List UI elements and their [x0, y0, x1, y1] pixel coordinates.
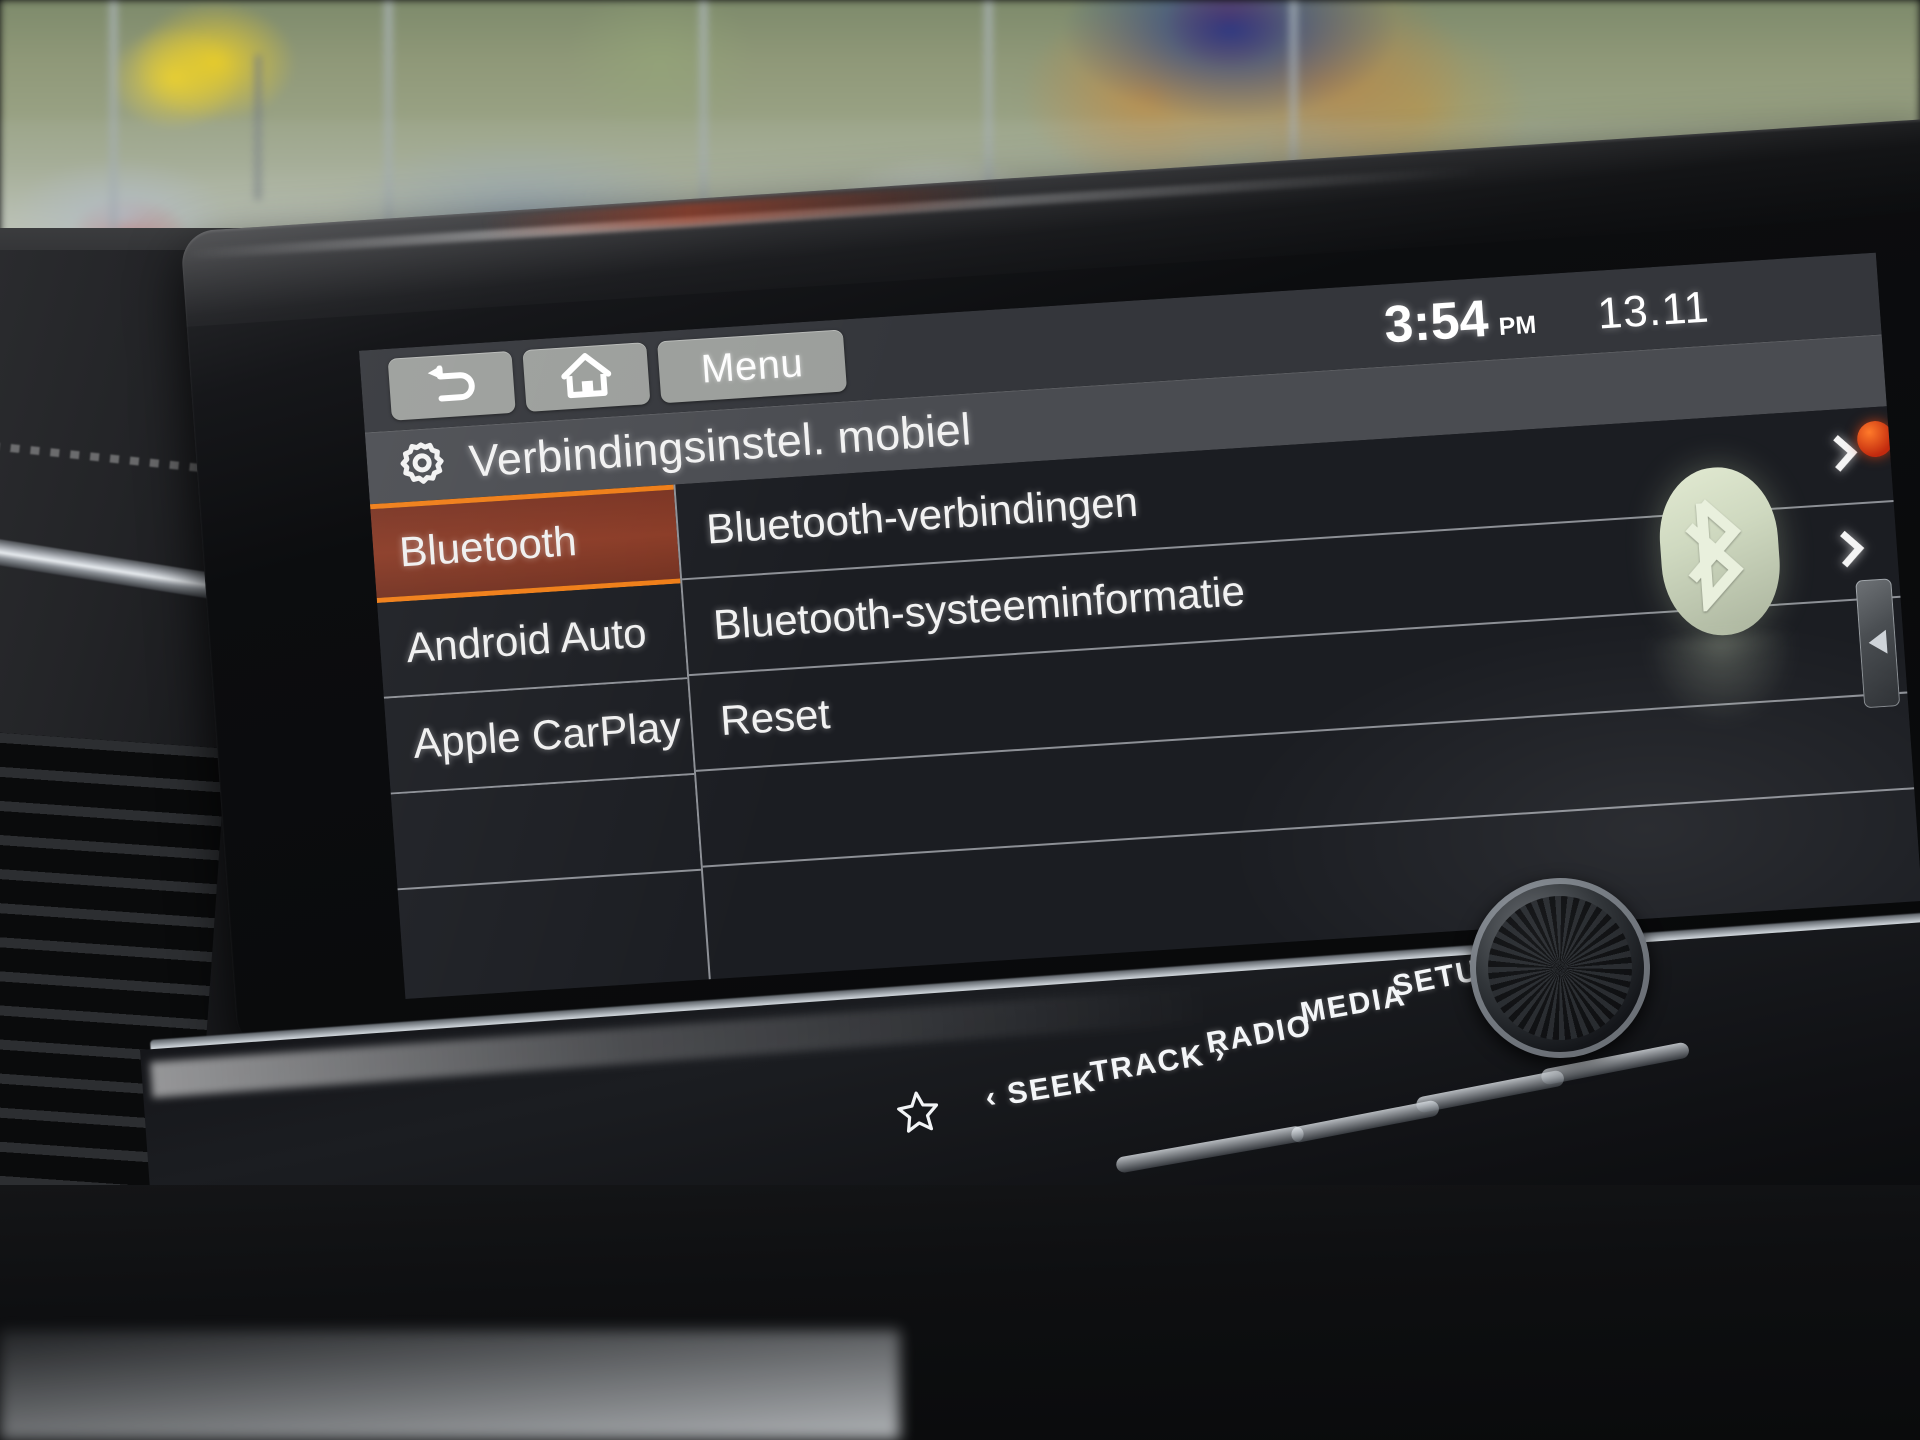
menu-button-label: Menu	[699, 340, 805, 392]
clock-date: 13.11	[1595, 282, 1712, 339]
favorite-star-button[interactable]	[895, 1088, 941, 1139]
clock: 3:54 PM	[1382, 286, 1538, 356]
bluetooth-icon-reflection	[1644, 630, 1802, 731]
home-button[interactable]	[522, 342, 651, 412]
sidebar-item-label: Apple CarPlay	[411, 702, 683, 767]
back-arrow-icon	[419, 359, 484, 412]
clock-ampm: PM	[1497, 310, 1538, 342]
clock-time: 3:54	[1382, 289, 1491, 355]
sidebar-item-empty	[390, 774, 701, 891]
back-button[interactable]	[387, 350, 516, 421]
home-icon	[557, 349, 617, 405]
infotainment-screen: Menu 3:54 PM 13.11 Verbindingsinstel. mo…	[358, 252, 1920, 1000]
head-unit-bezel: Menu 3:54 PM 13.11 Verbindingsinstel. mo…	[180, 118, 1920, 1050]
sidebar-item-label: Bluetooth	[397, 516, 579, 575]
chevron-right-icon	[1823, 433, 1852, 481]
sidebar-item-bluetooth[interactable]: Bluetooth	[369, 484, 681, 604]
settings-list: Bluetooth-verbindingen Bluetooth-systeem…	[675, 406, 1920, 979]
menu-button[interactable]: Menu	[657, 329, 848, 404]
gear-icon	[395, 436, 449, 494]
dashboard-bottom-highlight	[0, 1330, 900, 1440]
category-sidebar: Bluetooth Android Auto Apple CarPlay	[369, 484, 711, 1000]
sidebar-item-label: Android Auto	[404, 608, 649, 672]
chevron-right-icon	[1830, 528, 1859, 576]
screenshot-root: Menu 3:54 PM 13.11 Verbindingsinstel. mo…	[0, 0, 1920, 1440]
screen-content: Bluetooth Android Auto Apple CarPlay Blu…	[369, 406, 1920, 1000]
